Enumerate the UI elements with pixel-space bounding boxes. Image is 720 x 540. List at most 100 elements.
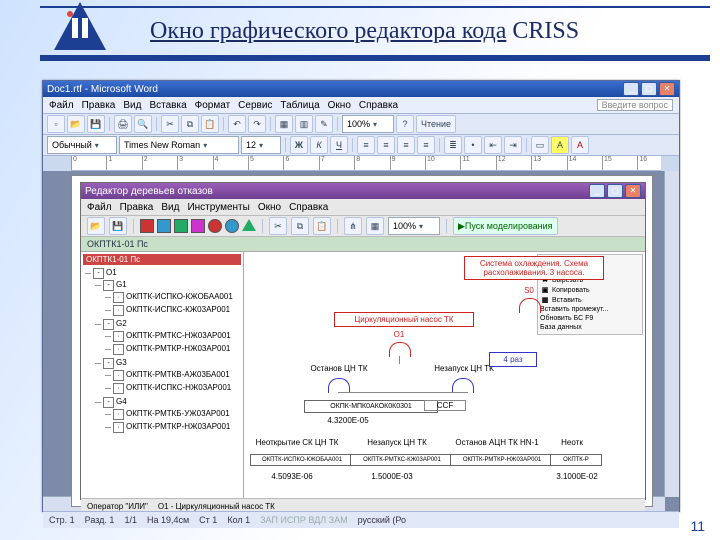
shape-triangle[interactable]	[242, 219, 256, 231]
tree-node[interactable]: -О1 -G1 ·ОКПТК-ИСПКО-КЖОБАА001 ·ОКПТК-ИС…	[93, 267, 241, 436]
font-size-combo[interactable]: 12	[241, 136, 281, 154]
criss-menu-edit[interactable]: Правка	[120, 202, 154, 213]
criss-grid-icon[interactable]: ▦	[366, 217, 384, 235]
preview-icon[interactable]: 🔍	[134, 115, 152, 133]
menu-format[interactable]: Формат	[195, 100, 231, 111]
tree-node[interactable]: -G3 ·ОКПТК-РМТКВ-АЖ03БА001 ·ОКПТК-ИСПКС-…	[103, 357, 241, 396]
criss-save-icon[interactable]: 💾	[109, 217, 127, 235]
tree-leaf[interactable]: ·ОКПТК-РМТКС-НЖ03АР001	[113, 330, 241, 343]
bullets-icon[interactable]: •	[464, 136, 482, 154]
criss-menu-view[interactable]: Вид	[161, 202, 179, 213]
menu-table[interactable]: Таблица	[280, 100, 319, 111]
outdent-icon[interactable]: ⇤	[484, 136, 502, 154]
criss-minimize-button[interactable]: _	[589, 184, 605, 198]
vertical-scrollbar[interactable]	[664, 171, 679, 497]
criss-tree-icon[interactable]: ⋔	[344, 217, 362, 235]
shape-magenta[interactable]	[191, 219, 205, 233]
font-combo[interactable]: Times New Roman	[119, 136, 239, 154]
criss-copy-icon[interactable]: ⧉	[291, 217, 309, 235]
copy-icon[interactable]: ⧉	[181, 115, 199, 133]
zoom-combo[interactable]: 100%	[342, 115, 394, 133]
tree-leaf[interactable]: ·ОКПТК-ИСПКО-КЖОБАА001	[113, 291, 241, 304]
criss-paste-icon[interactable]: 📋	[313, 217, 331, 235]
tree-leaf[interactable]: ·ОКПТК-РМТКР-НЖ03АР001	[113, 343, 241, 356]
criss-maximize-button[interactable]: ▢	[607, 184, 623, 198]
align-right-icon[interactable]: ≡	[397, 136, 415, 154]
menu-view[interactable]: Вид	[123, 100, 141, 111]
tree-leaf[interactable]: ·ОКПТК-РМТКВ-АЖ03БА001	[113, 369, 241, 382]
new-doc-icon[interactable]: ▫	[47, 115, 65, 133]
border-icon[interactable]: ▭	[531, 136, 549, 154]
minimize-button[interactable]: _	[623, 82, 639, 96]
drawing-icon[interactable]: ✎	[315, 115, 333, 133]
help-icon[interactable]: ?	[396, 115, 414, 133]
maximize-button[interactable]: ▢	[641, 82, 657, 96]
reading-layout-button[interactable]: Чтение	[416, 115, 456, 133]
ask-a-question[interactable]: Введите вопрос	[597, 99, 673, 111]
tree-node[interactable]: -G1 ·ОКПТК-ИСПКО-КЖОБАА001 ·ОКПТК-ИСПКС-…	[103, 279, 241, 318]
menu-window[interactable]: Окно	[328, 100, 351, 111]
tree-leaf[interactable]: ·ОКПТК-РМТКР-НЖ03АР001	[113, 421, 241, 434]
ev-box-1[interactable]: ОКПТК-РМТКС-КЖ03АР001	[350, 454, 454, 466]
menu-insert[interactable]: Вставка	[149, 100, 186, 111]
close-button[interactable]: ✕	[659, 82, 675, 96]
menu-tools[interactable]: Сервис	[238, 100, 272, 111]
criss-zoom-combo[interactable]: 100%	[388, 217, 440, 235]
save-icon[interactable]: 💾	[87, 115, 105, 133]
bold-icon[interactable]: Ж	[290, 136, 308, 154]
criss-open-icon[interactable]: 📂	[87, 217, 105, 235]
undo-icon[interactable]: ↶	[228, 115, 246, 133]
fault-tree-pane[interactable]: ОКПТК1-01 Пс -О1 -G1 ·ОКПТК-ИСПКО-КЖОБАА…	[81, 252, 244, 498]
criss-menu-help[interactable]: Справка	[289, 202, 328, 213]
top-event-box[interactable]: Система охлаждения. Схема расхолаживания…	[464, 256, 604, 280]
highlight-icon[interactable]: A	[551, 136, 569, 154]
align-justify-icon[interactable]: ≡	[417, 136, 435, 154]
tree-node[interactable]: -G4 ·ОКПТК-РМТКБ-УЖ03АР001 ·ОКПТК-РМТКР-…	[103, 396, 241, 435]
menu-help[interactable]: Справка	[359, 100, 398, 111]
tree-node[interactable]: -G2 ·ОКПТК-РМТКС-НЖ03АР001 ·ОКПТК-РМТКР-…	[103, 318, 241, 357]
ev-box-2[interactable]: ОКПТК-РМТКР-НЖ03АР001	[450, 454, 554, 466]
criss-menu-file[interactable]: Файл	[87, 202, 112, 213]
shape-green[interactable]	[174, 219, 188, 233]
ev-box-3[interactable]: ОКПТК-Р	[550, 454, 602, 466]
columns-icon[interactable]: ▥	[295, 115, 313, 133]
menu-file[interactable]: Файл	[49, 100, 74, 111]
criss-run-button[interactable]: ▶ Пуск моделирования	[453, 217, 558, 235]
criss-close-button[interactable]: ✕	[625, 184, 641, 198]
open-icon[interactable]: 📂	[67, 115, 85, 133]
align-left-icon[interactable]: ≡	[357, 136, 375, 154]
redo-icon[interactable]: ↷	[248, 115, 266, 133]
tree-leaf[interactable]: ·ОКПТК-РМТКБ-УЖ03АР001	[113, 408, 241, 421]
mid-event-box[interactable]: Циркуляционный насос ТК	[334, 312, 474, 327]
tree-leaf[interactable]: ·ОКПТК-ИСПКС-КЖ03АР001	[113, 304, 241, 317]
word-ruler[interactable]: 012 345 678 91011 121314 1516	[71, 156, 661, 171]
print-icon[interactable]: 🖨	[114, 115, 132, 133]
repeat-box[interactable]: 4 раз	[489, 352, 537, 367]
criss-menu-tools[interactable]: Инструменты	[187, 202, 249, 213]
word-titlebar[interactable]: Doc1.rtf - Microsoft Word _ ▢ ✕	[43, 81, 679, 97]
style-combo[interactable]: Обычный	[47, 136, 117, 154]
criss-menu-window[interactable]: Окно	[258, 202, 281, 213]
shape-red[interactable]	[140, 219, 154, 233]
shape-circle-blue[interactable]	[225, 219, 239, 233]
font-color-icon[interactable]: A	[571, 136, 589, 154]
align-center-icon[interactable]: ≡	[377, 136, 395, 154]
underline-icon[interactable]: Ч	[330, 136, 348, 154]
tree-leaf[interactable]: ·ОКПТК-ИСПКС-НЖ03АР001	[113, 382, 241, 395]
indent-icon[interactable]: ⇥	[504, 136, 522, 154]
criss-titlebar[interactable]: Редактор деревьев отказов _ ▢ ✕	[81, 183, 645, 199]
shape-blue[interactable]	[157, 219, 171, 233]
tree-root[interactable]: ОКПТК1-01 Пс	[83, 254, 241, 265]
cut-icon[interactable]: ✂	[161, 115, 179, 133]
italic-icon[interactable]: К	[310, 136, 328, 154]
paste-icon[interactable]: 📋	[201, 115, 219, 133]
criss-cut-icon[interactable]: ✂	[269, 217, 287, 235]
ccf-box[interactable]: ОКПК-МПК0АКОК0К0301	[304, 400, 438, 413]
shape-circle-red[interactable]	[208, 219, 222, 233]
table-icon[interactable]: ▦	[275, 115, 293, 133]
fault-tree-diagram[interactable]: ИДобавить нас... ПУдалить ✖Вырезать ▣Коп…	[244, 252, 645, 498]
criss-file-tab[interactable]: ОКПТК1-01 Пс	[81, 237, 645, 252]
numbering-icon[interactable]: ≣	[444, 136, 462, 154]
ev-box-0[interactable]: ОКПТК-ИСПКО-КЖОБАА001	[250, 454, 354, 466]
menu-edit[interactable]: Правка	[82, 100, 116, 111]
